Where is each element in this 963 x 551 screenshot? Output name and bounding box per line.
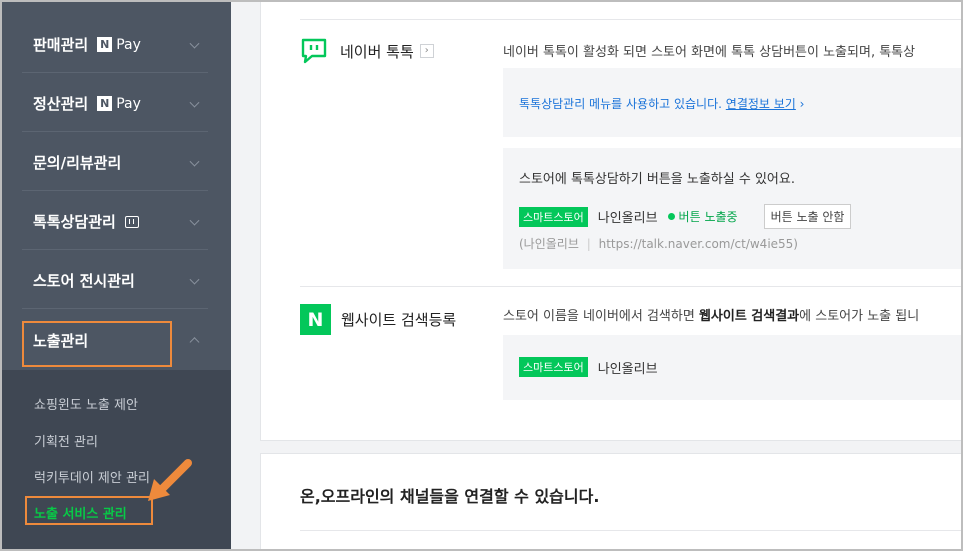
talktalk-url: (나인올리브 | https://talk.naver.com/ct/w4ie5… [519,237,798,251]
naver-logo-icon: N [300,304,331,335]
connection-info-link[interactable]: 연결정보 보기 [726,97,796,111]
card-channels: 네이버 톡톡 › 네이버 톡톡이 활성화 되면 스토어 화면에 톡톡 상담버튼이… [260,2,961,441]
talktalk-title: 네이버 톡톡 › [300,37,434,65]
card-offline-channels: 온,오프라인의 채널들을 연결할 수 있습니다. [260,453,961,549]
website-title: N 웹사이트 검색등록 [300,304,456,335]
npay-badge: N Pay [97,96,141,112]
submenu-item-planning[interactable]: 기획전 관리 [34,431,98,450]
divider [300,530,961,531]
talktalk-button-box: 스토어에 톡톡상담하기 버튼을 노출하실 수 있어요. 스마트스토어 나인올리브… [503,148,961,269]
chevron-down-icon [189,156,200,167]
sidebar-item-label: 톡톡상담관리 [33,213,116,231]
smartstore-tag: 스마트스토어 [519,357,588,377]
status-badge: 버튼 노출중 [667,208,738,225]
app-window: 판매관리 N Pay 정산관리 N Pay 문의/리뷰관리 톡톡상담관리 스토어 전… [0,0,963,551]
annotation-arrow-icon [148,459,192,501]
main-content: 네이버 톡톡 › 네이버 톡톡이 활성화 되면 스토어 화면에 톡톡 상담버튼이… [231,2,961,549]
divider [300,286,961,287]
chevron-down-icon [189,38,200,49]
chevron-up-icon [189,337,200,348]
talktalk-desc: 네이버 톡톡이 활성화 되면 스토어 화면에 톡톡 상담버튼이 노출되며, 톡톡… [503,45,916,60]
sidebar-item-label: 정산관리 [33,95,89,113]
sidebar-item-label: 스토어 전시관리 [33,272,135,290]
smartstore-tag: 스마트스토어 [519,206,588,227]
talktalk-notice-box: 톡톡상담관리 메뉴를 사용하고 있습니다. 연결정보 보기 › [503,68,961,137]
sidebar-item-inquiry[interactable]: 문의/리뷰관리 [22,135,208,191]
sidebar-item-sales[interactable]: 판매관리 N Pay [22,17,208,73]
highlight-box-exposure-service [25,496,153,525]
status-dot-icon [667,213,675,220]
divider [300,19,961,20]
website-store-box: 스마트스토어 나인올리브 [503,335,961,400]
talktalk-icon [301,38,327,64]
sidebar-item-display[interactable]: 스토어 전시관리 [22,253,208,309]
store-row: 스마트스토어 나인올리브 [519,357,658,377]
channels-text: 온,오프라인의 채널들을 연결할 수 있습니다. [300,487,600,506]
sidebar-item-label: 판매관리 [33,36,89,54]
sidebar: 판매관리 N Pay 정산관리 N Pay 문의/리뷰관리 톡톡상담관리 스토어 전… [2,2,231,549]
store-name: 나인올리브 [597,361,658,377]
naver-n-icon: N [97,37,113,52]
highlight-box-exposure [22,321,172,367]
sidebar-item-talktalk[interactable]: 톡톡상담관리 [22,194,208,250]
sidebar-item-label: 문의/리뷰관리 [33,154,122,172]
store-name: 나인올리브 [597,211,658,226]
submenu-item-lucky-today[interactable]: 럭키투데이 제안 관리 [34,467,150,486]
button-box-title: 스토어에 톡톡상담하기 버튼을 노출하실 수 있어요. [519,172,795,187]
chevron-down-icon [189,215,200,226]
submenu-item-shopping-window[interactable]: 쇼핑윈도 노출 제안 [34,394,138,413]
sidebar-item-settlement[interactable]: 정산관리 N Pay [22,76,208,132]
website-desc: 스토어 이름을 네이버에서 검색하면 웹사이트 검색결과에 스토어가 노출 됩니 [503,309,920,324]
chevron-down-icon [189,274,200,285]
chat-icon [124,215,139,228]
store-row: 스마트스토어 나인올리브 버튼 노출중 버튼 노출 안함 [519,204,852,229]
hide-button[interactable]: 버튼 노출 안함 [763,204,852,229]
naver-n-icon: N [97,96,113,111]
npay-badge: N Pay [97,37,141,53]
external-link-icon[interactable]: › [419,44,434,58]
chevron-down-icon [189,97,200,108]
chevron-right-icon: › [799,97,805,111]
notice-text: 톡톡상담관리 메뉴를 사용하고 있습니다. [519,97,722,111]
